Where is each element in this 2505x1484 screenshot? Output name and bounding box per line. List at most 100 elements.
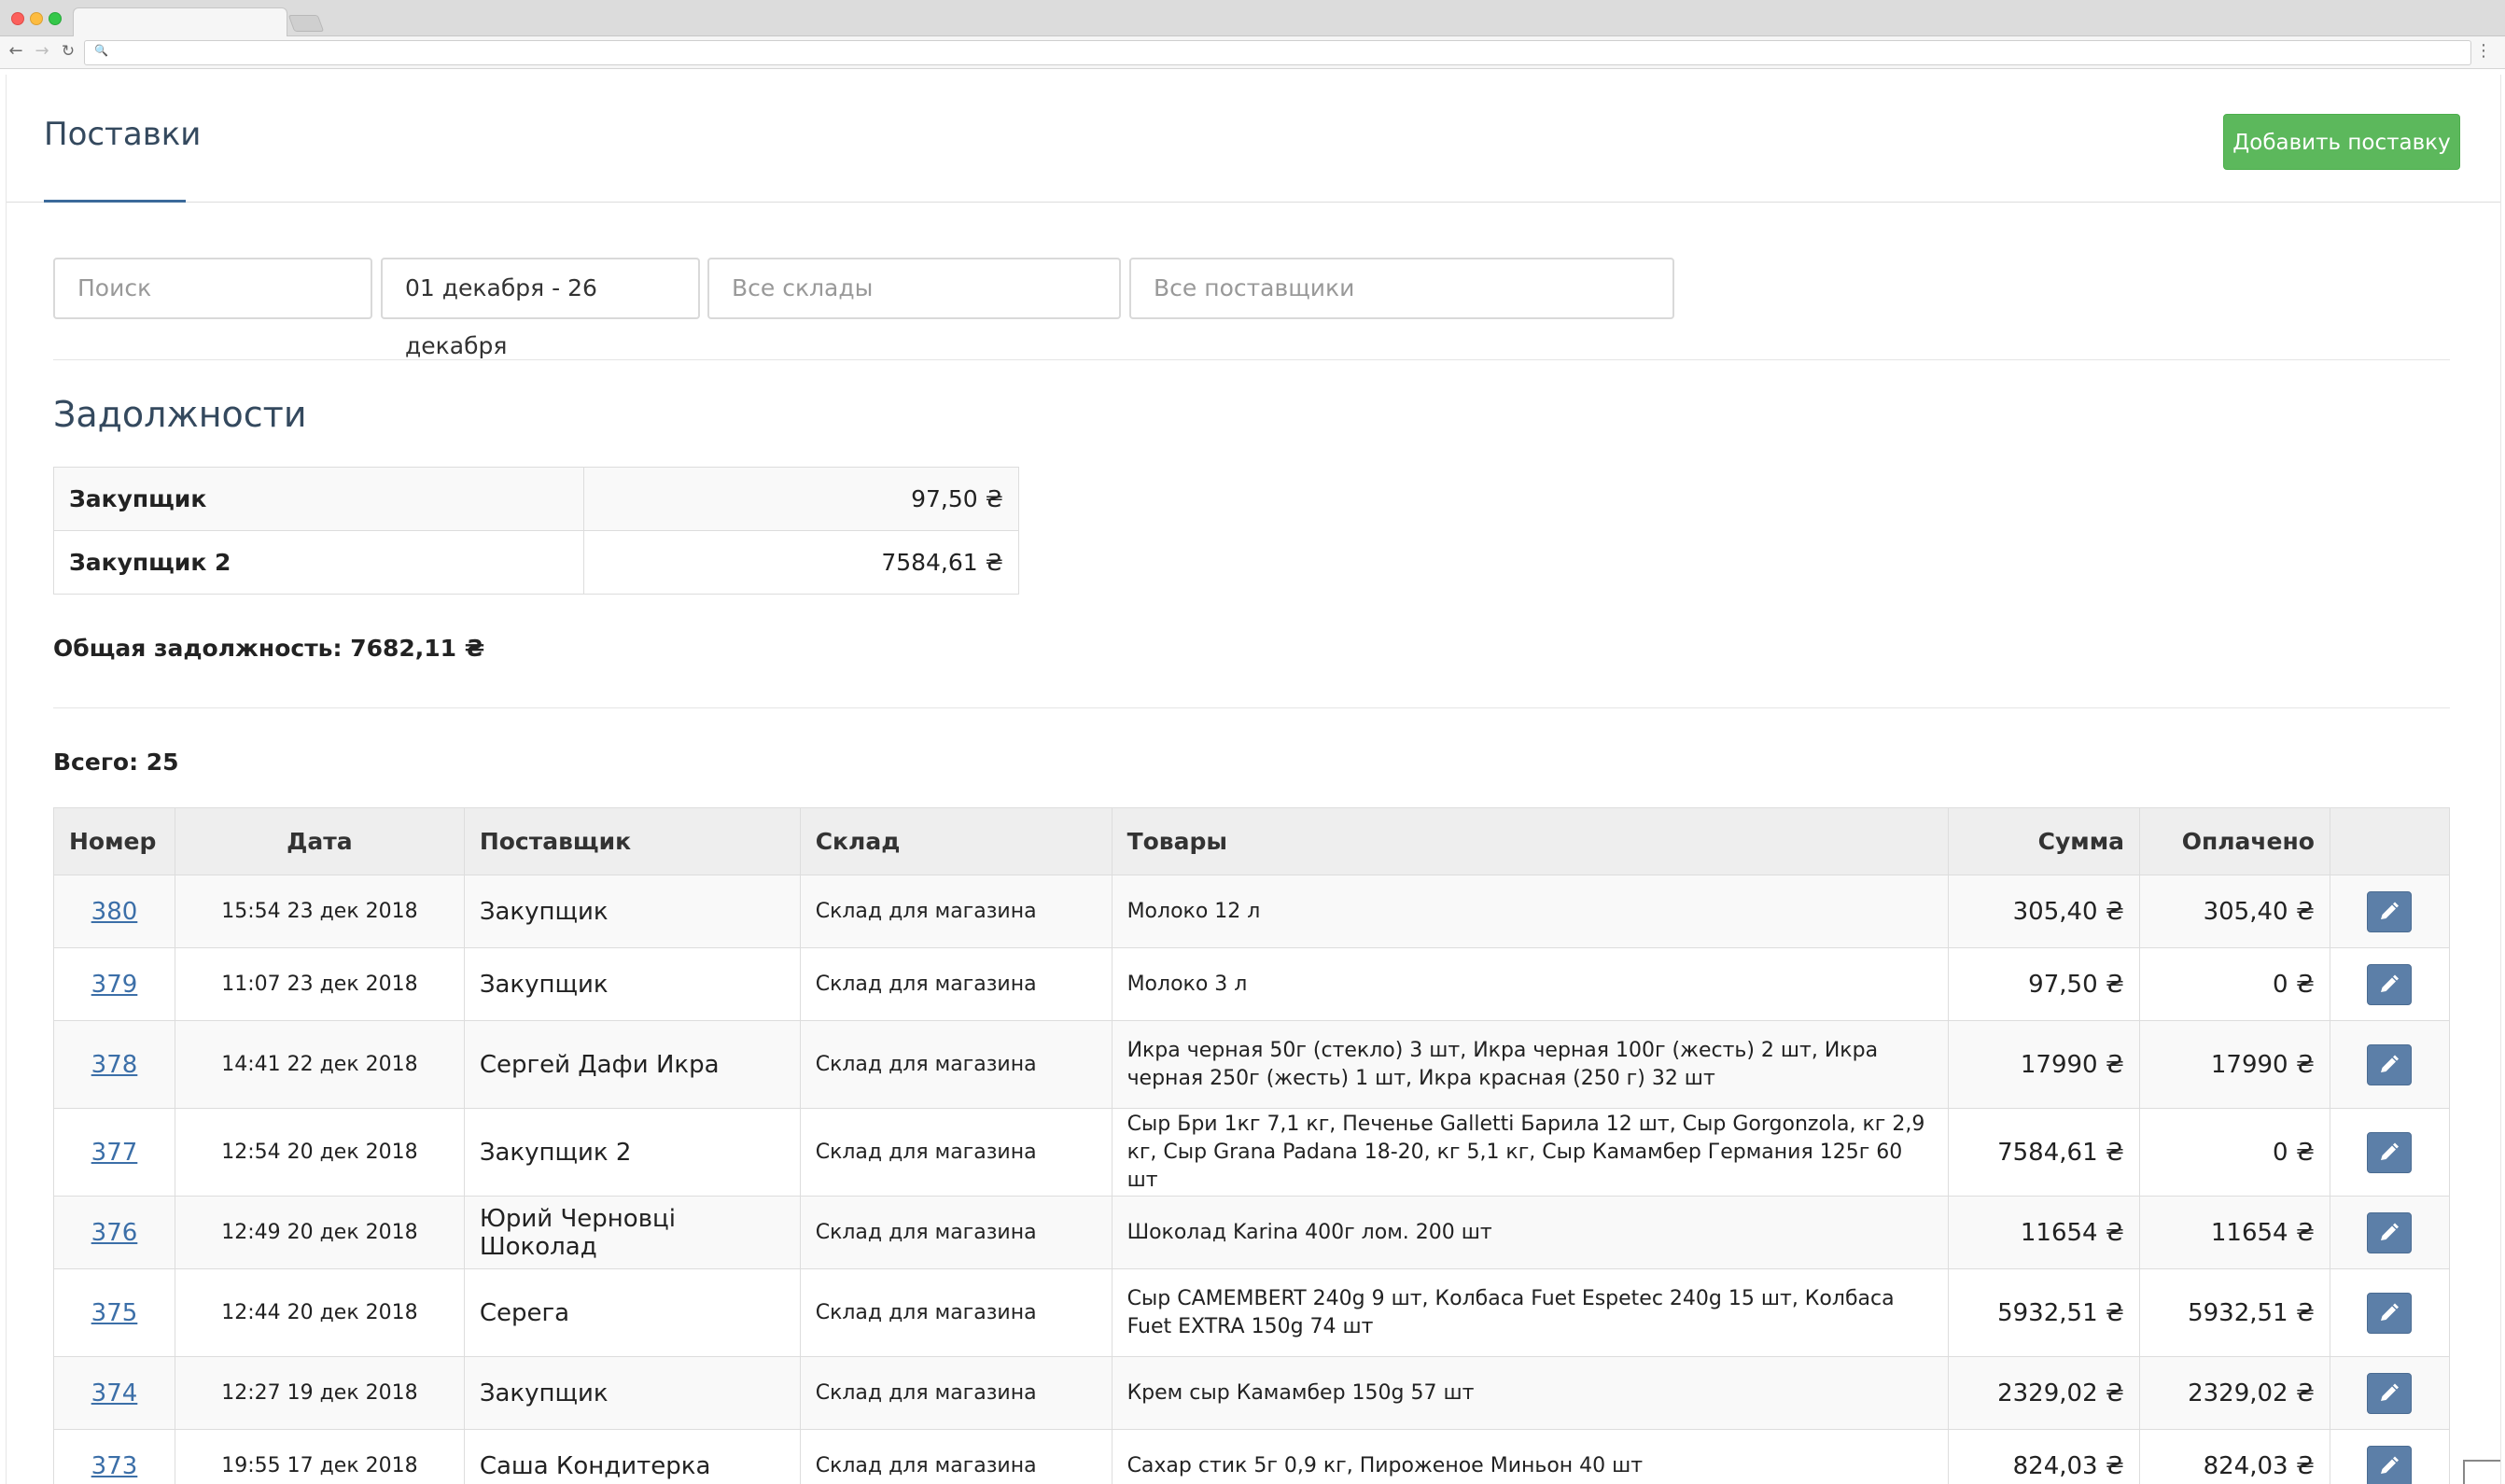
delivery-date: 19:55 17 дек 2018 (174, 1429, 465, 1484)
table-row: 377 12:54 20 дек 2018 Закупщик 2 Склад д… (53, 1108, 2451, 1197)
actions-cell (2329, 947, 2451, 1021)
actions-cell (2329, 1108, 2451, 1197)
table-row: 376 12:49 20 дек 2018 Юрий Черновці Шоко… (53, 1196, 2451, 1269)
pencil-icon (2381, 1383, 2400, 1401)
window-close-icon[interactable] (11, 12, 24, 25)
delivery-number-cell: 379 (53, 947, 175, 1021)
table-row: 380 15:54 23 дек 2018 Закупщик Склад для… (53, 875, 2451, 948)
browser-menu-icon[interactable]: ⋮ (2475, 40, 2492, 63)
column-header-warehouse[interactable]: Склад (799, 807, 1113, 875)
delivery-supplier: Закупщик (463, 947, 801, 1021)
column-header-date[interactable]: Дата (174, 807, 465, 875)
delivery-number-cell: 376 (53, 1196, 175, 1269)
delivery-sum: 2329,02 ₴ (1948, 1356, 2140, 1430)
search-icon: 🔍 (94, 44, 108, 57)
edit-button[interactable] (2367, 1131, 2413, 1173)
window-zoom-icon[interactable] (49, 12, 62, 25)
delivery-date: 12:27 19 дек 2018 (174, 1356, 465, 1430)
column-header-number[interactable]: Номер (53, 807, 175, 875)
browser-toolbar: ← → ↻ 🔍 ⋮ (0, 36, 2505, 69)
divider (53, 707, 2450, 708)
edit-button[interactable] (2367, 1372, 2413, 1414)
actions-cell (2329, 1196, 2451, 1269)
delivery-paid: 0 ₴ (2139, 1108, 2330, 1197)
delivery-supplier: Закупщик 2 (463, 1108, 801, 1197)
delivery-date: 14:41 22 дек 2018 (174, 1020, 465, 1109)
delivery-paid: 0 ₴ (2139, 947, 2330, 1021)
debt-amount: 97,50 ₴ (583, 467, 1019, 531)
table-header-row: Номер Дата Поставщик Склад Товары Сумма … (53, 807, 2451, 875)
delivery-number-cell: 380 (53, 875, 175, 948)
actions-cell (2329, 1020, 2451, 1109)
delivery-number-link[interactable]: 376 (91, 1219, 138, 1247)
delivery-paid: 5932,51 ₴ (2139, 1268, 2330, 1357)
table-row: 373 19:55 17 дек 2018 Саша Кондитерка Ск… (53, 1429, 2451, 1484)
actions-cell (2329, 1356, 2451, 1430)
edit-button[interactable] (2367, 1211, 2413, 1253)
delivery-goods: Шоколад Karina 400г лом. 200 шт (1111, 1196, 1950, 1269)
delivery-warehouse: Склад для магазина (799, 1020, 1113, 1109)
debt-row: Закупщик 97,50 ₴ (53, 467, 1019, 531)
delivery-number-cell: 374 (53, 1356, 175, 1430)
delivery-number-link[interactable]: 377 (91, 1139, 138, 1167)
edit-button[interactable] (2367, 1043, 2413, 1085)
column-header-actions (2329, 807, 2451, 875)
deliveries-table: Номер Дата Поставщик Склад Товары Сумма … (53, 807, 2451, 1484)
add-delivery-button[interactable]: Добавить поставку (2223, 114, 2460, 170)
pencil-icon (2381, 1055, 2400, 1072)
reload-icon[interactable]: ↻ (58, 41, 78, 62)
debt-row: Закупщик 2 7584,61 ₴ (53, 530, 1019, 595)
delivery-number-cell: 375 (53, 1268, 175, 1357)
edit-button[interactable] (2367, 1292, 2413, 1334)
delivery-supplier: Юрий Черновці Шоколад (463, 1196, 801, 1269)
warehouse-select[interactable]: Все склады (707, 258, 1121, 319)
debt-name: Закупщик 2 (53, 530, 584, 595)
delivery-sum: 824,03 ₴ (1948, 1429, 2140, 1484)
column-header-supplier[interactable]: Поставщик (463, 807, 801, 875)
edit-button[interactable] (2367, 890, 2413, 932)
delivery-supplier: Сергей Дафи Икра (463, 1020, 801, 1109)
back-arrow-icon[interactable]: ← (6, 41, 26, 62)
column-header-goods[interactable]: Товары (1111, 807, 1950, 875)
delivery-number-link[interactable]: 374 (91, 1379, 138, 1407)
edit-button[interactable] (2367, 1445, 2413, 1484)
pencil-icon (2381, 1223, 2400, 1240)
delivery-sum: 5932,51 ₴ (1948, 1268, 2140, 1357)
date-range-picker[interactable]: 01 декабря - 26 декабря (381, 258, 700, 359)
search-input[interactable]: Поиск (53, 258, 372, 319)
edit-button[interactable] (2367, 963, 2413, 1005)
delivery-sum: 305,40 ₴ (1948, 875, 2140, 948)
page: Поставки Добавить поставку Поиск 01 дека… (6, 75, 2501, 1484)
debt-amount: 7584,61 ₴ (583, 530, 1019, 595)
debts-title: Задолжности (53, 394, 307, 435)
forward-arrow-icon[interactable]: → (32, 41, 52, 62)
delivery-paid: 17990 ₴ (2139, 1020, 2330, 1109)
column-header-sum[interactable]: Сумма (1948, 807, 2140, 875)
supplier-select[interactable]: Все поставщики (1129, 258, 1674, 319)
table-row: 374 12:27 19 дек 2018 Закупщик Склад для… (53, 1356, 2451, 1430)
column-header-paid[interactable]: Оплачено (2139, 807, 2330, 875)
resize-handle[interactable] (2463, 1460, 2500, 1484)
delivery-number-link[interactable]: 378 (91, 1051, 138, 1079)
delivery-number-cell: 377 (53, 1108, 175, 1197)
delivery-number-link[interactable]: 379 (91, 971, 138, 999)
delivery-sum: 17990 ₴ (1948, 1020, 2140, 1109)
delivery-date: 12:44 20 дек 2018 (174, 1268, 465, 1357)
delivery-number-link[interactable]: 373 (91, 1452, 138, 1480)
delivery-sum: 97,50 ₴ (1948, 947, 2140, 1021)
delivery-paid: 11654 ₴ (2139, 1196, 2330, 1269)
delivery-goods: Сыр CAMEMBERT 240g 9 шт, Колбаса Fuet Es… (1111, 1268, 1950, 1357)
delivery-date: 12:54 20 дек 2018 (174, 1108, 465, 1197)
pencil-icon (2381, 1303, 2400, 1321)
window-minimize-icon[interactable] (30, 12, 43, 25)
browser-tab[interactable] (73, 7, 287, 37)
delivery-supplier: Закупщик (463, 1356, 801, 1430)
actions-cell (2329, 875, 2451, 948)
delivery-number-link[interactable]: 375 (91, 1299, 138, 1327)
delivery-warehouse: Склад для магазина (799, 1356, 1113, 1430)
address-bar[interactable]: 🔍 (84, 40, 2471, 65)
delivery-number-link[interactable]: 380 (91, 898, 138, 926)
new-tab-button[interactable] (287, 15, 325, 32)
browser-tab-strip (0, 0, 2505, 37)
delivery-warehouse: Склад для магазина (799, 1196, 1113, 1269)
